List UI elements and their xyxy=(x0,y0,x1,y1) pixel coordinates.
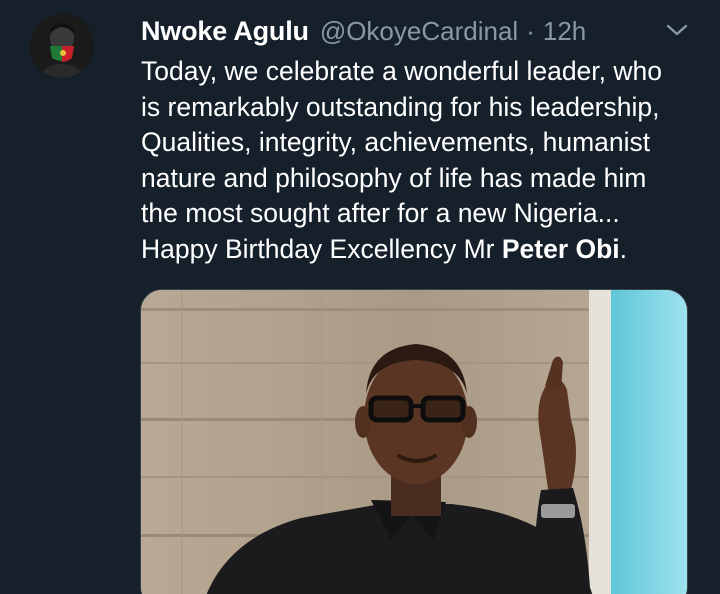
tweet-text-line: is remarkably outstanding for his leader… xyxy=(141,91,660,122)
tweet-text-line: nature and philosophy of life has made h… xyxy=(141,162,647,193)
tweet-header: Nwoke Agulu @OkoyeCardinal · 12h xyxy=(141,13,680,49)
separator-dot: · xyxy=(526,15,535,46)
avatar[interactable] xyxy=(30,14,94,78)
chevron-down-icon[interactable] xyxy=(664,20,690,40)
timestamp[interactable]: 12h xyxy=(543,16,586,47)
user-handle[interactable]: @OkoyeCardinal xyxy=(320,16,518,47)
tweet-text-line: the most sought after for a new Nigeria.… xyxy=(141,198,620,228)
tweet-text-bold-name: Peter Obi xyxy=(501,233,620,264)
tweet[interactable]: Nwoke Agulu @OkoyeCardinal · 12h Today, … xyxy=(0,0,720,594)
photo-image xyxy=(141,290,687,594)
tweet-text-last-line: Happy Birthday Excellency Mr Peter Obi. xyxy=(141,232,711,268)
tweet-text-suffix: . xyxy=(619,233,628,264)
tweet-text: Today, we celebrate a wonderful leader, … xyxy=(141,54,711,267)
tweet-text-line: Today, we celebrate a wonderful leader, … xyxy=(141,56,662,86)
display-name[interactable]: Nwoke Agulu xyxy=(141,16,309,47)
tweet-media-photo[interactable] xyxy=(140,289,688,594)
tweet-text-line: Qualities, integrity, achievements, huma… xyxy=(141,127,651,157)
tweet-text-prefix: Happy Birthday Excellency Mr xyxy=(141,233,502,264)
avatar-image xyxy=(30,14,94,78)
